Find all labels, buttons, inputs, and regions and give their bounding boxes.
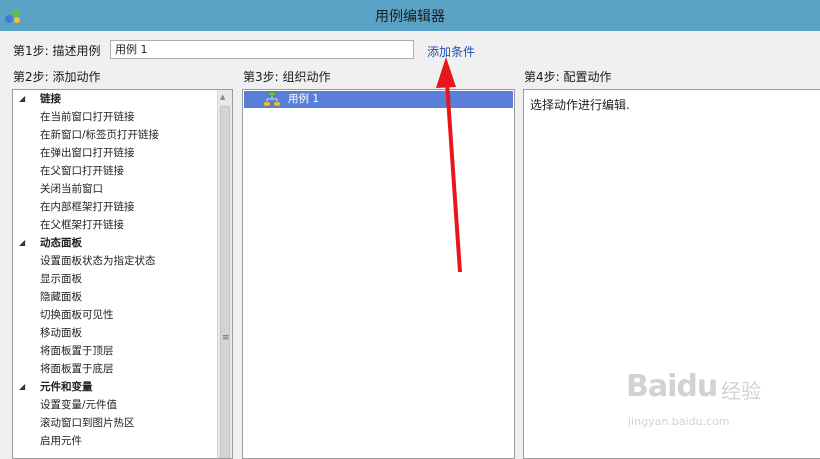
- group-label: 元件和变量: [40, 381, 93, 393]
- tree-item[interactable]: 隐藏面板: [13, 288, 218, 306]
- tree-item[interactable]: 移动面板: [13, 324, 218, 342]
- tree-item[interactable]: 在父框架打开链接: [13, 216, 218, 234]
- item-label: 显示面板: [40, 273, 82, 285]
- title-bar: 用例编辑器: [0, 0, 820, 31]
- item-label: 设置变量/元件值: [40, 399, 118, 411]
- tree-item[interactable]: 在父窗口打开链接: [13, 162, 218, 180]
- tree-item[interactable]: 启用元件: [13, 432, 218, 450]
- usecase-icon: [264, 92, 280, 107]
- baidu-jingyan-watermark: Baidu 经验 jingyan.baidu.com: [626, 369, 776, 433]
- group-label: 链接: [40, 93, 61, 105]
- tree-item[interactable]: 在内部框架打开链接: [13, 198, 218, 216]
- tree-item[interactable]: 在弹出窗口打开链接: [13, 144, 218, 162]
- item-label: 在弹出窗口打开链接: [40, 147, 135, 159]
- tree-item[interactable]: 关闭当前窗口: [13, 180, 218, 198]
- group-label: 动态面板: [40, 237, 82, 249]
- item-label: 设置面板状态为指定状态: [40, 255, 156, 267]
- triangle-down-icon[interactable]: ◢: [19, 90, 25, 108]
- item-label: 在新窗口/标签页打开链接: [40, 129, 160, 141]
- item-label: 启用元件: [40, 435, 82, 447]
- item-label: 切换面板可见性: [40, 309, 114, 321]
- tree-group-widgets-variables[interactable]: ◢ 元件和变量: [13, 378, 218, 396]
- tree-group-links[interactable]: ◢ 链接: [13, 90, 218, 108]
- tree-item[interactable]: 将面板置于底层: [13, 360, 218, 378]
- watermark-brand: Baidu: [626, 369, 718, 404]
- item-label: 隐藏面板: [40, 291, 82, 303]
- usecase-label: 用例 1: [288, 93, 320, 105]
- tree-item[interactable]: 滚动窗口到图片热区: [13, 414, 218, 432]
- item-label: 关闭当前窗口: [40, 183, 103, 195]
- watermark-url: jingyan.baidu.com: [628, 415, 730, 428]
- tree-group-dynamic-panel[interactable]: ◢ 动态面板: [13, 234, 218, 252]
- step2-label: 第2步: 添加动作: [13, 70, 101, 84]
- item-label: 在父窗口打开链接: [40, 165, 124, 177]
- scroll-up-arrow-icon[interactable]: ▲: [220, 93, 225, 101]
- tree-item[interactable]: 显示面板: [13, 270, 218, 288]
- config-placeholder: 选择动作进行编辑.: [530, 98, 630, 112]
- item-label: 移动面板: [40, 327, 82, 339]
- add-condition-link[interactable]: 添加条件: [427, 43, 475, 60]
- tree-item[interactable]: 切换面板可见性: [13, 306, 218, 324]
- item-label: 在内部框架打开链接: [40, 201, 135, 213]
- tree-item[interactable]: 将面板置于顶层: [13, 342, 218, 360]
- tree-item[interactable]: 在当前窗口打开链接: [13, 108, 218, 126]
- item-label: 在父框架打开链接: [40, 219, 124, 231]
- item-label: 滚动窗口到图片热区: [40, 417, 135, 429]
- scroll-thumb[interactable]: ≡: [220, 106, 230, 458]
- triangle-down-icon[interactable]: ◢: [19, 234, 25, 252]
- organize-actions-panel: 用例 1: [242, 89, 515, 459]
- tree-item[interactable]: 设置面板状态为指定状态: [13, 252, 218, 270]
- action-tree-panel: ◢ 链接 在当前窗口打开链接 在新窗口/标签页打开链接 在弹出窗口打开链接 在父…: [12, 89, 233, 459]
- tree-item[interactable]: 在新窗口/标签页打开链接: [13, 126, 218, 144]
- triangle-down-icon[interactable]: ◢: [19, 378, 25, 396]
- watermark-cn: 经验: [721, 379, 761, 403]
- item-label: 将面板置于底层: [40, 363, 114, 375]
- item-label: 将面板置于顶层: [40, 345, 114, 357]
- tree-item[interactable]: 设置变量/元件值: [13, 396, 218, 414]
- step3-label: 第3步: 组织动作: [243, 70, 331, 84]
- usecase-row[interactable]: 用例 1: [244, 91, 513, 108]
- usecase-name-input[interactable]: 用例 1: [110, 40, 414, 59]
- window-title: 用例编辑器: [375, 9, 445, 25]
- step4-label: 第4步: 配置动作: [524, 70, 612, 84]
- item-label: 在当前窗口打开链接: [40, 111, 135, 123]
- vertical-scrollbar[interactable]: ▲ ≡: [217, 90, 232, 458]
- grip-icon: ≡: [222, 333, 230, 343]
- step1-label: 第1步: 描述用例: [13, 44, 101, 58]
